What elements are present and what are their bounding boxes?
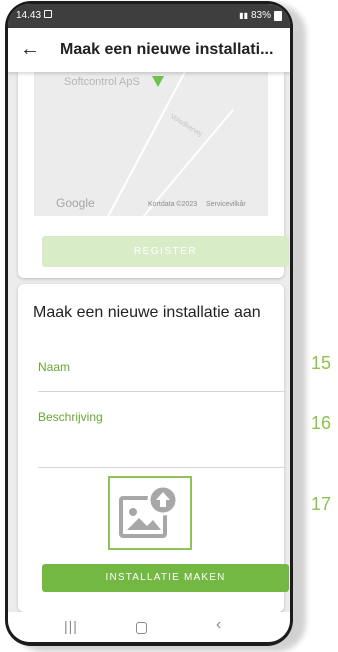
map-street-label: Volsdkervej [168, 113, 203, 138]
page-title: Maak een nieuwe installati... [60, 41, 274, 58]
signal-icon: ▮▮ [239, 11, 248, 20]
register-button[interactable]: REGISTER [42, 236, 289, 267]
annotation-number: 17 [311, 494, 332, 514]
gallery-notification-icon [44, 10, 52, 18]
map-view[interactable]: Softcontrol ApS Volsdkervej Google Kortd… [34, 72, 268, 216]
phone-frame: 14.43 ▮▮ 83% ← Maak een nieuwe installat… [5, 1, 293, 646]
image-picker[interactable] [108, 476, 192, 550]
recent-apps-icon[interactable]: ||| [64, 618, 78, 634]
name-label: Naam [38, 360, 71, 374]
system-nav-bar: ||| ‹ [8, 612, 290, 642]
map-place-label: Softcontrol ApS [64, 76, 140, 88]
name-field[interactable]: Naam [38, 360, 286, 392]
status-bar: 14.43 ▮▮ 83% [8, 4, 290, 28]
create-installation-button[interactable]: INSTALLATIE MAKEN [42, 564, 289, 592]
status-icons: ▮▮ 83% [239, 10, 282, 21]
add-image-upload-icon [119, 484, 179, 538]
map-pin-icon [152, 76, 164, 87]
google-logo: Google [56, 196, 95, 210]
map-road [99, 72, 191, 216]
home-icon[interactable] [136, 622, 147, 634]
form-heading: Maak een nieuwe installatie aan [33, 304, 261, 321]
map-data-attribution[interactable]: Kortdata ©2023 [148, 201, 197, 208]
description-field[interactable]: Beschrijving [38, 410, 286, 468]
description-label: Beschrijving [38, 410, 103, 424]
map-card: Softcontrol ApS Volsdkervej Google Kortd… [18, 72, 289, 278]
nav-back-icon[interactable]: ‹ [216, 616, 221, 634]
map-terms-link[interactable]: Servicevilkår [206, 201, 246, 208]
screen: 14.43 ▮▮ 83% ← Maak een nieuwe installat… [8, 4, 290, 642]
annotation-number: 15 [311, 353, 332, 373]
create-installation-card: Maak een nieuwe installatie aan Naam Bes… [18, 284, 289, 612]
arrow-back-icon[interactable]: ← [20, 38, 40, 60]
battery-icon [274, 10, 282, 21]
status-time: 14.43 [16, 10, 42, 21]
battery-level: 83% [250, 10, 271, 21]
top-app-bar: ← Maak een nieuwe installati... [8, 28, 290, 72]
annotation-number: 16 [311, 413, 332, 433]
